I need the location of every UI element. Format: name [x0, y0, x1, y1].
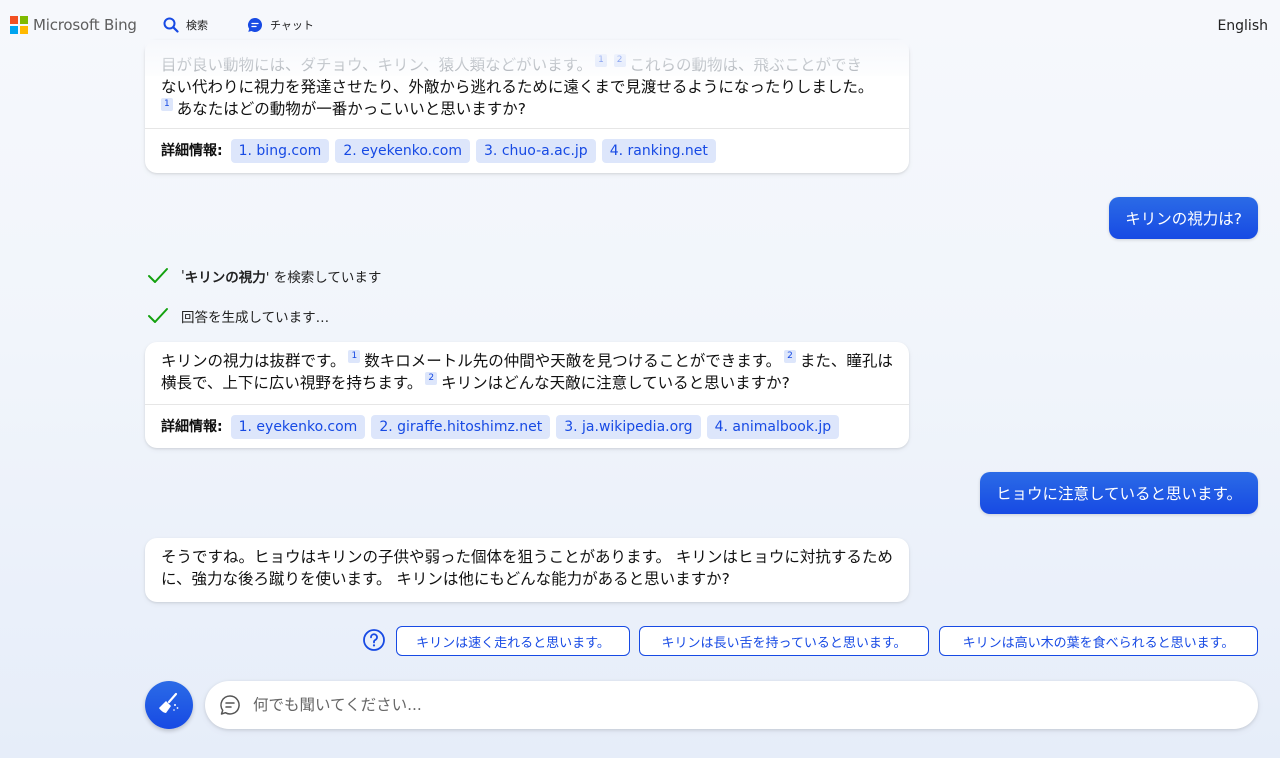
- bot-message-2-text: キリンの視力は抜群です。 1 数キロメートル先の仲間や天敵を見つけることができます。…: [145, 342, 909, 404]
- message-text: あなたはどの動物が一番かっこいいと思いますか?: [176, 100, 526, 118]
- broom-icon: [156, 690, 182, 720]
- search-progress-term: キリンの視力: [184, 270, 266, 286]
- learn-more-label: 詳細情報:: [161, 142, 223, 159]
- citation-badge[interactable]: 1: [348, 350, 361, 363]
- bing-logo[interactable]: Microsoft Bing: [10, 16, 137, 34]
- citation-badge[interactable]: 2: [784, 350, 796, 363]
- generate-progress: 回答を生成しています…: [147, 306, 329, 326]
- chat-bubble-icon: [219, 694, 241, 716]
- generate-progress-text: 回答を生成しています…: [181, 310, 330, 326]
- checkmark-icon: [147, 266, 169, 286]
- chat-input[interactable]: [253, 696, 1153, 714]
- source-link[interactable]: 1. eyekenko.com: [230, 414, 366, 439]
- logo-text: Microsoft Bing: [33, 16, 137, 34]
- suggestion-chip[interactable]: キリンは高い木の葉を食べられると思います。: [939, 626, 1258, 656]
- source-link[interactable]: 3. ja.wikipedia.org: [556, 414, 701, 439]
- tab-search[interactable]: 検索: [163, 16, 208, 34]
- bot-message-3-text: そうですね。ヒョウはキリンの子供や弱った個体を狙うことがあります。 キリンはヒョ…: [161, 548, 893, 588]
- source-link[interactable]: 2. eyekenko.com: [335, 138, 471, 163]
- learn-more-label: 詳細情報:: [161, 418, 223, 435]
- learn-more-bar: 詳細情報: 1. bing.com 2. eyekenko.com 3. chu…: [145, 128, 909, 172]
- bot-message-3: そうですね。ヒョウはキリンの子供や弱った個体を狙うことがあります。 キリンはヒョ…: [145, 538, 909, 602]
- citation-badge[interactable]: 1: [161, 98, 173, 111]
- message-line: 目が良い動物には、ダチョウ、キリン、猿人類などがいます。 1 2 これらの動物は、飛ぶ…: [161, 54, 893, 76]
- message-text: 目が良い動物には、ダチョウ、キリン、猿人類などがいます。: [161, 56, 593, 74]
- message-text: キリンはどんな天敵に注意していると思いますか?: [441, 374, 790, 392]
- chat-input-box[interactable]: [205, 681, 1258, 729]
- citation-badge[interactable]: 2: [613, 54, 626, 67]
- source-link[interactable]: 4. animalbook.jp: [706, 414, 840, 439]
- bot-message-1: 目が良い動物には、ダチョウ、キリン、猿人類などがいます。 1 2 これらの動物は、飛ぶ…: [145, 40, 909, 173]
- microsoft-logo-icon: [10, 16, 28, 34]
- message-text: これらの動物は、飛ぶことができ: [629, 56, 863, 74]
- source-link[interactable]: 1. bing.com: [230, 138, 330, 163]
- language-switch[interactable]: English: [1217, 18, 1268, 34]
- suggestion-chip[interactable]: キリンは長い舌を持っていると思います。: [639, 626, 929, 656]
- message-text: 数キロメートル先の仲間や天敵を見つけることができます。: [364, 352, 782, 370]
- source-link[interactable]: 3. chuo-a.ac.jp: [476, 138, 596, 163]
- checkmark-icon: [147, 306, 169, 326]
- message-line: ない代わりに視力を発達させたり、外敵から逃れるために遠くまで見渡せるようになった…: [161, 78, 874, 96]
- citation-badge[interactable]: 2: [425, 372, 438, 385]
- tab-chat[interactable]: チャット: [247, 16, 314, 34]
- bot-message-2: キリンの視力は抜群です。 1 数キロメートル先の仲間や天敵を見つけることができます。…: [145, 342, 909, 448]
- tab-search-label: 検索: [186, 19, 208, 32]
- chat-icon: [247, 17, 263, 33]
- message-text: キリンの視力は抜群です。: [161, 352, 346, 370]
- help-question-icon[interactable]: [362, 628, 386, 656]
- bot-message-1-text: 目が良い動物には、ダチョウ、キリン、猿人類などがいます。 1 2 これらの動物は、飛ぶ…: [145, 40, 909, 128]
- source-link[interactable]: 4. ranking.net: [601, 138, 716, 163]
- user-message-1: キリンの視力は?: [1109, 197, 1258, 239]
- learn-more-bar: 詳細情報: 1. eyekenko.com 2. giraffe.hitoshi…: [145, 404, 909, 448]
- tab-chat-label: チャット: [270, 19, 314, 32]
- new-topic-button[interactable]: [145, 681, 193, 729]
- suggestion-chip[interactable]: キリンは速く走れると思います。: [396, 626, 630, 656]
- user-message-2: ヒョウに注意していると思います。: [980, 472, 1258, 514]
- source-link[interactable]: 2. giraffe.hitoshimz.net: [371, 414, 551, 439]
- search-progress: ' キリンの視力 ' を検索しています: [147, 266, 381, 286]
- citation-badge[interactable]: 1: [595, 54, 607, 67]
- message-line: 1 あなたはどの動物が一番かっこいいと思いますか?: [161, 98, 893, 120]
- search-progress-suffix: ' を検索しています: [265, 270, 382, 286]
- search-icon: [163, 17, 179, 33]
